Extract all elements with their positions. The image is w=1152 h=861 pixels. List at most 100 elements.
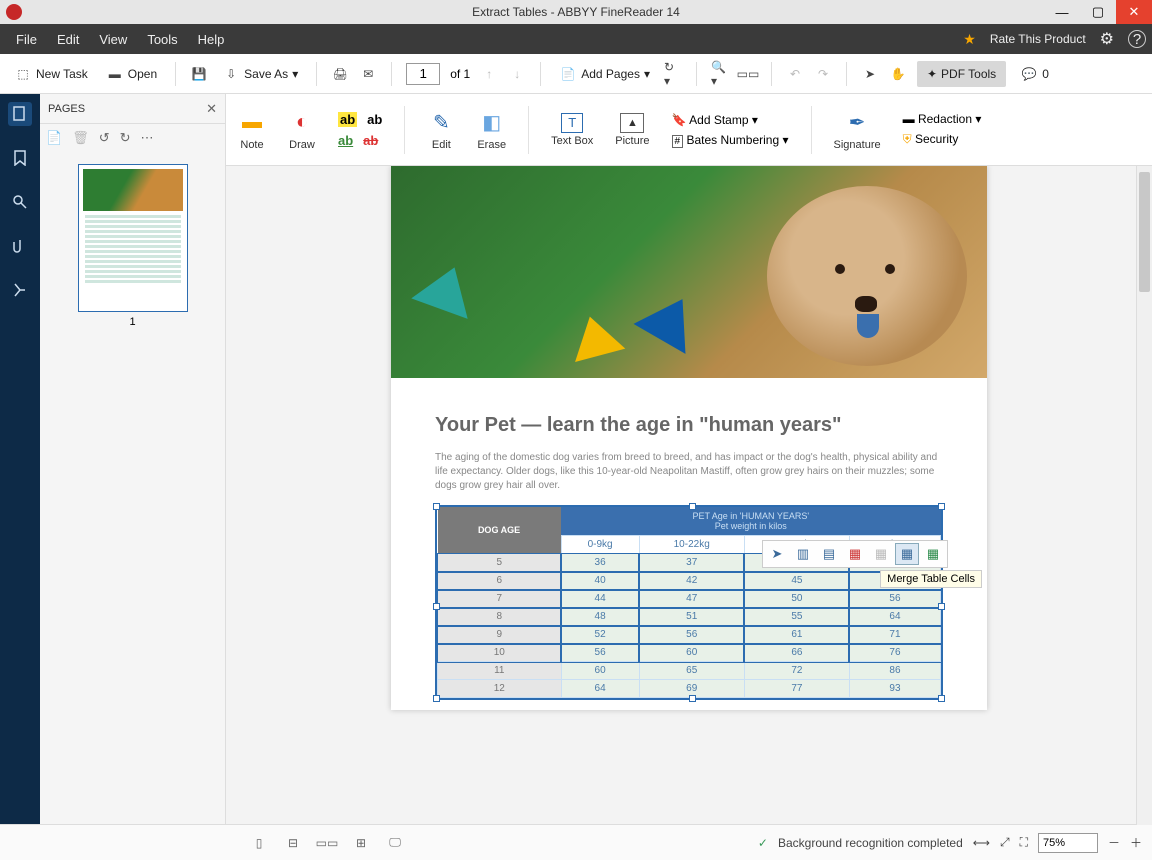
undo-icon[interactable]: ↶: [786, 65, 804, 83]
rotate-left-icon[interactable]: ↺: [99, 130, 110, 146]
page-thumbnail[interactable]: [78, 164, 188, 312]
status-bar: ▯ ⊟ ▭▭ ⊞ 🖵 ✓ Background recognition comp…: [0, 824, 1152, 860]
close-button[interactable]: ✕: [1116, 0, 1152, 24]
add-hsep-icon[interactable]: ▤: [817, 543, 841, 565]
table-selection[interactable]: DOG AGE PET Age in 'HUMAN YEARS'Pet weig…: [435, 505, 943, 700]
menu-help[interactable]: Help: [188, 32, 235, 47]
save-as-button[interactable]: ⇩Save As ▾: [218, 61, 302, 87]
add-stamp-button[interactable]: 🔖 Add Stamp ▾: [672, 113, 789, 127]
add-page-icon[interactable]: 📄: [46, 130, 62, 146]
minimize-button[interactable]: —: [1044, 0, 1080, 24]
more-icon[interactable]: ⋯: [141, 130, 154, 146]
security-button[interactable]: ⛨ Security: [903, 132, 982, 147]
mail-icon[interactable]: ✉: [359, 65, 377, 83]
data-cell: 40: [561, 572, 639, 590]
zoom-out-icon[interactable]: －: [1108, 834, 1120, 851]
draw-icon: ◐: [288, 109, 316, 137]
add-vsep-icon[interactable]: ▥: [791, 543, 815, 565]
view-presentation-icon[interactable]: 🖵: [384, 832, 406, 854]
add-pages-button[interactable]: 📄Add Pages ▾: [555, 61, 654, 87]
data-cell: 48: [561, 608, 639, 626]
pet-age-table: DOG AGE PET Age in 'HUMAN YEARS'Pet weig…: [437, 507, 941, 698]
save-icon[interactable]: 💾: [190, 65, 208, 83]
print-icon[interactable]: 🖨: [331, 65, 349, 83]
window-title: Extract Tables - ABBYY FineReader 14: [472, 5, 680, 19]
bookmark-tab-icon[interactable]: [8, 146, 32, 170]
underline-icon: ab: [338, 133, 353, 148]
hand-icon[interactable]: ✋: [889, 65, 907, 83]
maximize-button[interactable]: ▢: [1080, 0, 1116, 24]
picture-tool[interactable]: ▲Picture: [615, 113, 649, 147]
signature-tool[interactable]: ✒Signature: [834, 109, 881, 151]
erase-tool[interactable]: ◧Erase: [477, 109, 506, 151]
new-task-button[interactable]: ⬚New Task: [10, 61, 92, 87]
vertical-scrollbar[interactable]: [1136, 166, 1152, 825]
page-down-icon[interactable]: ↓: [508, 65, 526, 83]
attach-tab-icon[interactable]: [8, 234, 32, 258]
view-facing-icon[interactable]: ▭▭: [316, 832, 338, 854]
redo-icon[interactable]: ↷: [814, 65, 832, 83]
data-cell: 64: [849, 608, 940, 626]
zoom-in-icon[interactable]: ＋: [1130, 834, 1142, 851]
draw-tool[interactable]: ◐Draw: [288, 109, 316, 151]
fit-width-icon[interactable]: ⟷: [973, 836, 990, 850]
data-cell: 65: [639, 662, 744, 680]
bates-button[interactable]: # Bates Numbering ▾: [672, 133, 789, 147]
data-cell: 55: [744, 608, 849, 626]
table-row: 1056606676: [438, 644, 941, 662]
merge-cells-icon[interactable]: ▦: [895, 543, 919, 565]
page-up-icon[interactable]: ↑: [480, 65, 498, 83]
comments-count[interactable]: 💬0: [1016, 61, 1053, 87]
data-cell: 77: [744, 680, 849, 698]
pdf-tools-button[interactable]: ✦ PDF Tools: [917, 61, 1006, 87]
view-facing-cont-icon[interactable]: ⊞: [350, 832, 372, 854]
rotate-right-icon[interactable]: ↻: [120, 130, 131, 146]
folder-icon: ▬: [106, 65, 124, 83]
open-button[interactable]: ▬Open: [102, 61, 161, 87]
rotate-icon[interactable]: ↻ ▾: [664, 65, 682, 83]
age-cell: 6: [438, 572, 562, 590]
textbox-tool[interactable]: TText Box: [551, 113, 593, 147]
fullscreen-icon[interactable]: ⛶: [1020, 835, 1028, 850]
delete-sep-icon[interactable]: ▦: [843, 543, 867, 565]
fit-page-icon[interactable]: ⤢: [1000, 835, 1010, 850]
close-panel-icon[interactable]: ✕: [206, 101, 217, 117]
table-row: 848515564: [438, 608, 941, 626]
delete-page-icon[interactable]: 🗑: [72, 130, 89, 146]
search-tab-icon[interactable]: [8, 190, 32, 214]
menu-view[interactable]: View: [89, 32, 137, 47]
edit-tool[interactable]: ✎Edit: [427, 109, 455, 151]
search-doc-icon[interactable]: 🔍 ▾: [711, 65, 729, 83]
data-cell: 47: [639, 590, 744, 608]
saveas-icon: ⇩: [222, 65, 240, 83]
select-tool-icon[interactable]: ➤: [765, 543, 789, 565]
page-heading: Your Pet — learn the age in "human years…: [435, 414, 943, 437]
gear-icon[interactable]: ⚙: [1100, 29, 1114, 49]
zoom-select[interactable]: [1038, 833, 1098, 853]
menu-file[interactable]: File: [6, 32, 47, 47]
page-canvas[interactable]: DOG & CAT Your Pet — learn the age in "h…: [226, 166, 1152, 824]
strike-icon: ab: [363, 133, 378, 148]
split-cells-icon[interactable]: ▦: [869, 543, 893, 565]
highlight-icon: ab: [338, 112, 357, 127]
help-icon[interactable]: ?: [1128, 30, 1146, 48]
intro-paragraph: The aging of the domestic dog varies fro…: [435, 451, 943, 493]
data-cell: 37: [639, 554, 744, 572]
facing-icon[interactable]: ▭▭: [739, 65, 757, 83]
wand-icon: ✦: [927, 67, 937, 81]
note-tool[interactable]: ▬Note: [238, 109, 266, 151]
rate-link[interactable]: Rate This Product: [990, 32, 1086, 46]
view-single-icon[interactable]: ▯: [248, 832, 270, 854]
data-cell: 76: [849, 644, 940, 662]
view-continuous-icon[interactable]: ⊟: [282, 832, 304, 854]
menu-tools[interactable]: Tools: [137, 32, 187, 47]
highlight-group[interactable]: abab abab: [338, 112, 382, 148]
pages-tab-icon[interactable]: [8, 102, 32, 126]
menu-edit[interactable]: Edit: [47, 32, 89, 47]
signature-tab-icon[interactable]: [8, 278, 32, 302]
pointer-icon[interactable]: ➤: [861, 65, 879, 83]
grid-icon[interactable]: ▦: [921, 543, 945, 565]
redaction-button[interactable]: ▬ Redaction ▾: [903, 112, 982, 126]
data-cell: 56: [849, 590, 940, 608]
page-number-input[interactable]: [406, 63, 440, 85]
